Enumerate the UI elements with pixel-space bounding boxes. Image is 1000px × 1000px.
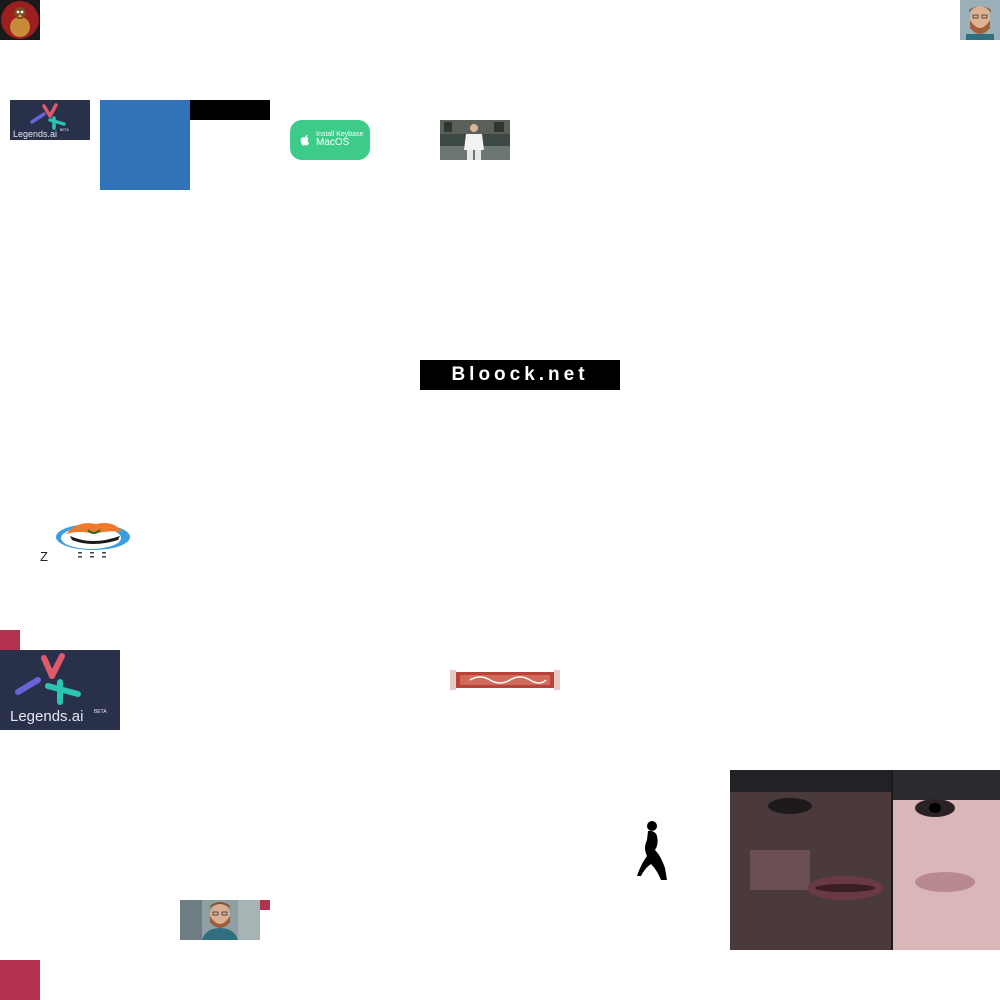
faces-photo-icon xyxy=(730,770,1000,950)
legends-logo-icon: Legends.ai BETA xyxy=(10,100,90,140)
bloock-net-banner[interactable]: Bloock.net xyxy=(420,360,620,390)
legends-wordmark: Legends.ai xyxy=(10,708,83,725)
sleepy-mascot-logo[interactable]: Z xyxy=(38,518,133,563)
woman-silhouette-image[interactable] xyxy=(635,820,670,882)
blue-block[interactable] xyxy=(100,100,190,190)
man-white-shirt-photo[interactable] xyxy=(440,120,510,160)
red-ornament-banner[interactable] xyxy=(450,670,560,690)
legends-beta-badge: BETA xyxy=(94,709,107,715)
ornament-icon xyxy=(450,670,560,690)
bearded-man-icon xyxy=(960,0,1000,40)
legends-wordmark: Legends.ai xyxy=(13,129,57,139)
keybase-button-line2: MacOS xyxy=(316,137,350,149)
silhouette-icon xyxy=(637,821,667,880)
apple-icon xyxy=(300,135,309,146)
turkey-avatar[interactable] xyxy=(0,0,40,40)
red-square xyxy=(260,900,270,910)
red-square xyxy=(0,630,20,650)
user-avatar[interactable] xyxy=(960,0,1000,40)
bearded-man-photo[interactable] xyxy=(180,900,260,940)
legends-logo-icon: Legends.ai BETA xyxy=(0,650,120,730)
black-bar xyxy=(190,100,270,120)
sleepy-mascot-icon: Z xyxy=(40,523,130,563)
faces-closeup-image[interactable] xyxy=(730,770,1000,950)
legends-logo-large[interactable]: Legends.ai BETA xyxy=(0,650,120,730)
legends-beta-badge: BETA xyxy=(60,128,70,132)
turkey-icon xyxy=(0,0,40,40)
legends-logo-small[interactable]: Legends.ai BETA xyxy=(10,100,90,140)
bearded-man-icon xyxy=(180,900,260,940)
z-letter: Z xyxy=(40,549,48,563)
person-photo-icon xyxy=(440,120,510,160)
bloock-net-text: Bloock.net xyxy=(451,364,589,385)
red-square xyxy=(0,960,40,1000)
install-keybase-button[interactable]: Install Keybase MacOS xyxy=(290,120,370,160)
